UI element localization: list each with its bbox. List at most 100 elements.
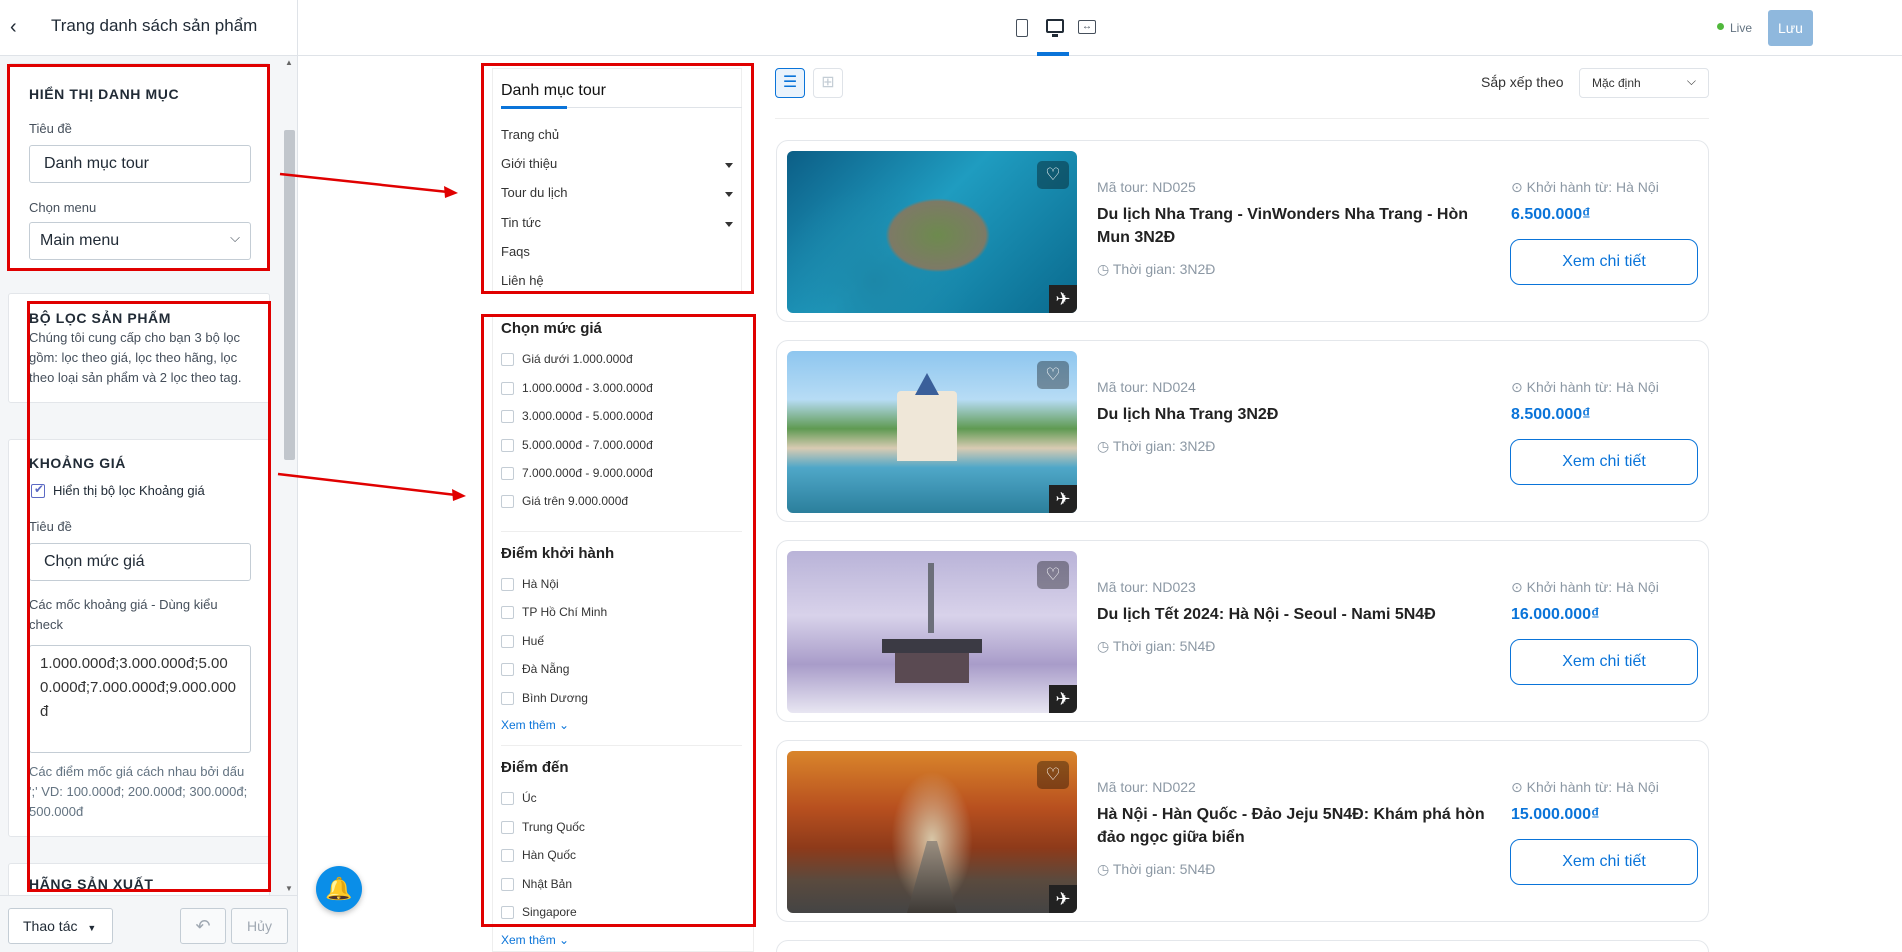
- caret-down-icon[interactable]: [725, 222, 733, 227]
- price-range-section: KHOẢNG GIÁ ✔ Hiển thị bộ lọc Khoảng giá …: [8, 439, 270, 837]
- tour-price: 6.500.000₫: [1511, 206, 1591, 223]
- option-label: Úc: [522, 791, 537, 805]
- checkbox[interactable]: [501, 635, 514, 648]
- menu-select[interactable]: Main menu ⌵: [29, 222, 251, 260]
- tour-code: Mã tour: ND022: [1097, 779, 1196, 795]
- fullwidth-view-icon[interactable]: ↔: [1078, 20, 1096, 34]
- sort-select[interactable]: Mặc định ⌵: [1579, 68, 1709, 98]
- view-detail-button[interactable]: Xem chi tiết: [1510, 839, 1698, 885]
- option-label: Singapore: [522, 905, 577, 919]
- tour-image[interactable]: ♡ ✈: [787, 151, 1077, 313]
- view-detail-button[interactable]: Xem chi tiết: [1510, 639, 1698, 685]
- caret-down-icon[interactable]: [725, 192, 733, 197]
- price-title-input[interactable]: Chọn mức giá: [29, 543, 251, 581]
- option-label: Hàn Quốc: [522, 848, 577, 862]
- category-item-faqs[interactable]: Faqs: [501, 244, 530, 259]
- duration-text: Thời gian: 5N4Đ: [1112, 861, 1216, 877]
- tour-name[interactable]: Du lịch Nha Trang - VinWonders Nha Trang…: [1097, 203, 1497, 249]
- category-title-input[interactable]: Danh mục tour: [29, 145, 251, 183]
- tour-image[interactable]: ♡ ✈: [787, 751, 1077, 913]
- filter-description: Chúng tôi cung cấp cho bạn 3 bộ lọc gồm:…: [29, 330, 242, 385]
- tour-card[interactable]: ♡ ✈ Mã tour: ND022 Hà Nội - Hàn Quốc - Đ…: [776, 740, 1709, 922]
- tour-duration: ◷ Thời gian: 3N2Đ: [1097, 261, 1215, 278]
- checkbox[interactable]: [501, 663, 514, 676]
- mobile-view-icon[interactable]: [1016, 19, 1028, 37]
- checkbox[interactable]: [501, 382, 514, 395]
- heart-icon[interactable]: ♡: [1037, 561, 1069, 589]
- tour-image[interactable]: ♡ ✈: [787, 551, 1077, 713]
- checkbox[interactable]: [501, 692, 514, 705]
- checkbox[interactable]: [501, 495, 514, 508]
- heart-icon[interactable]: ♡: [1037, 161, 1069, 189]
- tour-code: Mã tour: ND024: [1097, 379, 1196, 395]
- checkbox[interactable]: [501, 606, 514, 619]
- heart-icon[interactable]: ♡: [1037, 761, 1069, 789]
- save-button[interactable]: Lưu: [1768, 10, 1813, 46]
- view-detail-button[interactable]: Xem chi tiết: [1510, 439, 1698, 485]
- checkbox[interactable]: [501, 821, 514, 834]
- category-item-about[interactable]: Giới thiệu: [501, 156, 557, 171]
- departure-see-more-link[interactable]: Xem thêm ⌄: [501, 718, 569, 732]
- category-item-tours[interactable]: Tour du lịch: [501, 185, 567, 200]
- tour-name[interactable]: Du lịch Tết 2024: Hà Nội - Seoul - Nami …: [1097, 603, 1497, 626]
- tour-card-partial: [776, 940, 1709, 952]
- list-view-icon[interactable]: ☰: [775, 68, 805, 98]
- tour-price: 16.000.000₫: [1511, 606, 1600, 623]
- category-item-news[interactable]: Tin tức: [501, 215, 541, 230]
- tour-image[interactable]: ♡ ✈: [787, 351, 1077, 513]
- tour-card[interactable]: ♡ ✈ Mã tour: ND025 Du lịch Nha Trang - V…: [776, 140, 1709, 322]
- duration-text: Thời gian: 3N2Đ: [1112, 438, 1216, 454]
- price-steps-textarea[interactable]: 1.000.000đ;3.000.000đ;5.000.000đ;7.000.0…: [29, 645, 251, 753]
- chevron-down-icon: ⌄: [559, 718, 570, 732]
- tour-card[interactable]: ♡ ✈ Mã tour: ND024 Du lịch Nha Trang 3N2…: [776, 340, 1709, 522]
- category-title-underline: [501, 106, 567, 109]
- grid-view-icon[interactable]: ⊞: [813, 68, 843, 98]
- location-pin-icon: ⊙: [1511, 579, 1523, 595]
- category-item-contact[interactable]: Liên hệ: [501, 273, 544, 288]
- scroll-down-icon[interactable]: ▼: [285, 884, 293, 893]
- tour-price: 8.500.000₫: [1511, 406, 1591, 423]
- option-label: Đà Nẵng: [522, 662, 570, 676]
- checkbox[interactable]: [501, 578, 514, 591]
- checkbox[interactable]: [501, 849, 514, 862]
- editor-settings-scroll[interactable]: HIỂN THỊ DANH MỤC Tiêu đề Danh mục tour …: [0, 57, 297, 895]
- scroll-up-icon[interactable]: ▲: [285, 58, 293, 67]
- tour-duration: ◷ Thời gian: 5N4Đ: [1097, 638, 1215, 655]
- caret-down-icon[interactable]: [725, 163, 733, 168]
- checkbox[interactable]: [501, 410, 514, 423]
- tour-departure: ⊙ Khởi hành từ: Hà Nội: [1511, 579, 1659, 596]
- checkbox[interactable]: [501, 792, 514, 805]
- view-detail-button[interactable]: Xem chi tiết: [1510, 239, 1698, 285]
- undo-icon: ↶: [195, 916, 211, 936]
- tour-name[interactable]: Du lịch Nha Trang 3N2Đ: [1097, 403, 1497, 426]
- section-heading: HIỂN THỊ DANH MỤC: [29, 86, 180, 102]
- editor-scrollbar-thumb[interactable]: [284, 130, 295, 460]
- tour-duration: ◷ Thời gian: 5N4Đ: [1097, 861, 1215, 878]
- checkbox[interactable]: [501, 878, 514, 891]
- cancel-button[interactable]: Hủy: [231, 908, 288, 944]
- plane-icon: ✈: [1049, 685, 1077, 713]
- checkbox[interactable]: [501, 467, 514, 480]
- tour-price: 15.000.000₫: [1511, 806, 1600, 823]
- tour-name[interactable]: Hà Nội - Hàn Quốc - Đảo Jeju 5N4Đ: Khám …: [1097, 803, 1497, 849]
- desktop-view-icon[interactable]: [1046, 19, 1064, 33]
- departure-text: Khởi hành từ: Hà Nội: [1526, 579, 1659, 595]
- undo-button[interactable]: ↶: [180, 908, 226, 944]
- back-arrow-icon[interactable]: ‹: [10, 17, 30, 38]
- desktop-stand: [1052, 34, 1058, 37]
- destination-see-more-link[interactable]: Xem thêm ⌄: [501, 933, 569, 947]
- tour-card[interactable]: ♡ ✈ Mã tour: ND023 Du lịch Tết 2024: Hà …: [776, 540, 1709, 722]
- option-label: Huế: [522, 634, 545, 648]
- checkbox[interactable]: [501, 906, 514, 919]
- tour-departure: ⊙ Khởi hành từ: Hà Nội: [1511, 179, 1659, 196]
- show-price-filter-checkbox[interactable]: ✔: [31, 482, 45, 498]
- notification-bell-icon[interactable]: 🔔: [316, 866, 362, 912]
- location-pin-icon: ⊙: [1511, 179, 1523, 195]
- checkbox[interactable]: [501, 353, 514, 366]
- heart-icon[interactable]: ♡: [1037, 361, 1069, 389]
- actions-dropdown-button[interactable]: Thao tác ▼: [8, 908, 113, 944]
- departure-filter-title: Điểm khởi hành: [501, 545, 615, 562]
- checkbox[interactable]: [501, 439, 514, 452]
- category-item-home[interactable]: Trang chủ: [501, 127, 559, 142]
- live-status-dot: [1717, 23, 1724, 30]
